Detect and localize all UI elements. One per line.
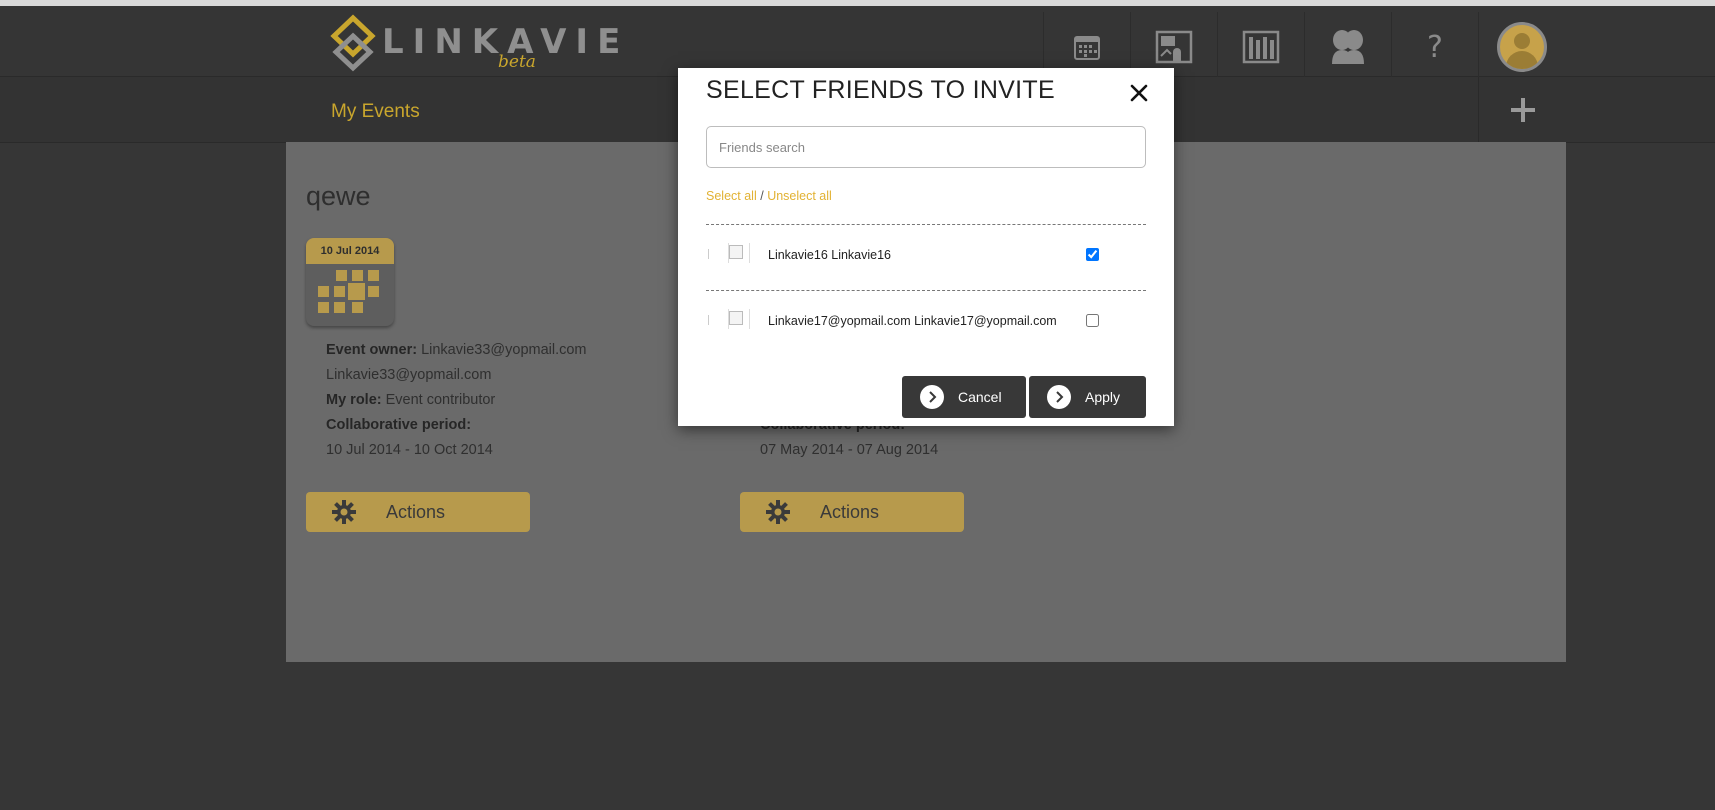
friend-avatar-image (728, 243, 750, 263)
calendar-date: 10 Jul 2014 (306, 238, 394, 264)
row-marker (708, 249, 709, 259)
logo-mark-icon (330, 14, 376, 72)
period-value: 10 Jul 2014 - 10 Oct 2014 (326, 442, 493, 458)
list-item[interactable]: Linkavie17@yopmail.com Linkavie17@yopmai… (706, 290, 1146, 356)
unselect-all-link[interactable]: Unselect all (767, 189, 832, 203)
row-marker (708, 315, 709, 325)
close-icon (1130, 84, 1148, 102)
period-value-right: 07 May 2014 - 07 Aug 2014 (760, 442, 939, 458)
friends-search-input[interactable] (706, 126, 1146, 168)
apply-label: Apply (1085, 389, 1121, 405)
dialog-title: SELECT FRIENDS TO INVITE (706, 76, 1055, 104)
library-icon (1242, 30, 1280, 64)
actions-button-left[interactable]: Actions (306, 492, 530, 532)
nav-profile[interactable] (1478, 12, 1565, 82)
plus-icon (1510, 97, 1535, 122)
invite-friends-dialog: SELECT FRIENDS TO INVITE Select all / Un… (678, 68, 1174, 426)
owner-value: Linkavie33@yopmail.com (421, 342, 587, 358)
nav-friends[interactable] (1304, 12, 1391, 82)
friend-checkbox[interactable] (1086, 314, 1099, 327)
actions-label: Actions (820, 502, 880, 522)
cancel-button[interactable]: Cancel (902, 376, 1026, 418)
cancel-label: Cancel (958, 389, 1002, 405)
role-value: Event contributor (385, 392, 496, 408)
friend-avatar-image (728, 309, 750, 329)
app-header: LINKAVIE beta program ? (0, 6, 1715, 92)
avatar (1497, 22, 1547, 72)
event-title: qewe (306, 181, 371, 211)
friend-name: Linkavie16 Linkavie16 (768, 248, 892, 262)
help-icon: ? (1427, 29, 1443, 65)
nav-help[interactable]: ? (1391, 12, 1478, 82)
list-item[interactable]: Linkavie16 Linkavie16 (706, 224, 1146, 290)
event-info-left: Event owner: Linkavie33@yopmail.com Link… (326, 338, 587, 463)
friends-list: Linkavie16 Linkavie16 Linkavie17@yopmail… (706, 224, 1146, 356)
photo-album-icon (1155, 30, 1193, 64)
my-events-link[interactable]: My Events (331, 101, 420, 123)
chevron-right-icon (1047, 385, 1071, 409)
friend-name: Linkavie17@yopmail.com Linkavie17@yopmai… (768, 314, 1057, 328)
chevron-right-icon (920, 385, 944, 409)
calendar-icon (1074, 36, 1100, 60)
owner-label: Event owner: (326, 342, 418, 358)
friend-checkbox[interactable] (1086, 248, 1099, 261)
actions-label: Actions (386, 502, 446, 522)
gear-icon (766, 500, 790, 524)
role-label: My role: (326, 392, 382, 408)
gear-icon (332, 500, 356, 524)
actions-button-right[interactable]: Actions (740, 492, 964, 532)
period-label: Collaborative period: (326, 417, 472, 433)
owner-value-2: Linkavie33@yopmail.com (326, 367, 492, 383)
apply-button[interactable]: Apply (1029, 376, 1146, 418)
event-calendar-badge: 10 Jul 2014 (306, 238, 394, 326)
select-all-link[interactable]: Select all (706, 189, 757, 203)
calendar-grid-icon (318, 270, 379, 313)
select-links: Select all / Unselect all (706, 189, 832, 203)
linkavie-logo[interactable]: LINKAVIE beta program (330, 12, 620, 92)
select-separator: / (760, 189, 764, 203)
nav-library[interactable] (1217, 12, 1304, 82)
friends-icon (1332, 30, 1364, 64)
close-button[interactable] (1124, 78, 1154, 108)
add-event-button[interactable] (1478, 77, 1566, 142)
